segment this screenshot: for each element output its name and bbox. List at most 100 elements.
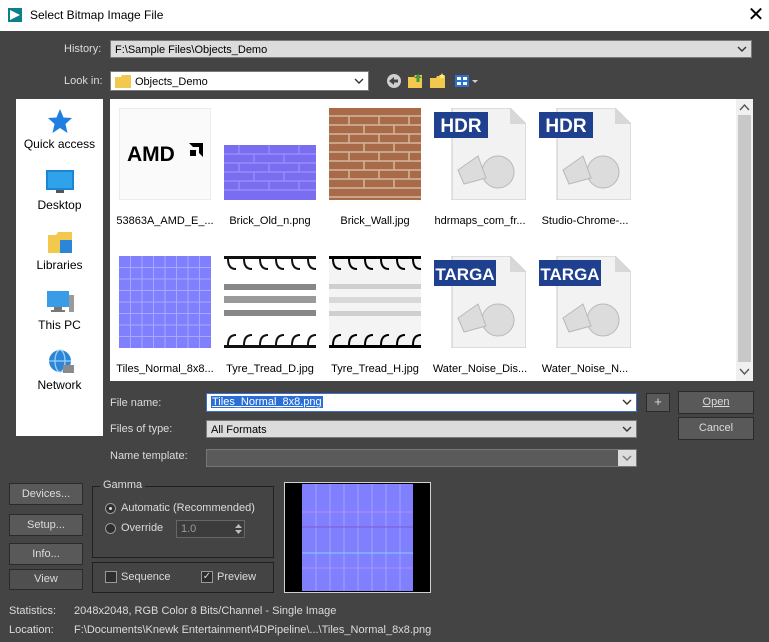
name-template-arrow-box <box>618 450 636 466</box>
file-name: 53863A_AMD_E_... <box>116 215 214 227</box>
gamma-title: Gamma <box>100 479 146 491</box>
scrollbar-thumb[interactable] <box>738 115 751 362</box>
network-icon <box>48 349 74 373</box>
statistics-label: Statistics: <box>9 605 57 617</box>
gamma-automatic-label: Automatic (Recommended) <box>121 502 255 514</box>
file-name-value: Tiles_Normal_8x8.png <box>211 396 323 408</box>
svg-text:HDR: HDR <box>545 116 586 137</box>
place-label: Quick access <box>23 137 96 151</box>
file-list: AMD 53863A_AMD_E_... Brick_Old_n.png Bri… <box>110 99 753 381</box>
place-libraries[interactable]: Libraries <box>16 229 103 272</box>
window-title: Select Bitmap Image File <box>30 8 164 22</box>
file-name: Brick_Old_n.png <box>229 215 311 227</box>
file-name-label: File name: <box>110 397 162 409</box>
scroll-down-icon[interactable] <box>739 368 750 376</box>
back-icon[interactable] <box>386 73 402 89</box>
files-of-type-value: All Formats <box>211 424 267 436</box>
file-name: Brick_Wall.jpg <box>340 215 410 227</box>
chevron-down-icon <box>737 46 747 52</box>
place-label: Desktop <box>37 198 82 212</box>
svg-text:TARGA: TARGA <box>540 265 599 284</box>
star-icon <box>47 109 72 133</box>
chevron-down-icon <box>622 455 632 461</box>
history-label: History: <box>64 43 102 55</box>
chevron-down-icon <box>622 426 632 432</box>
view-menu-icon[interactable] <box>455 73 479 89</box>
scroll-up-icon[interactable] <box>739 103 750 111</box>
place-network[interactable]: Network <box>16 349 103 392</box>
3dsmax-app-icon <box>8 8 22 22</box>
spinner-arrows-icon[interactable] <box>234 522 243 536</box>
normal-bricks-thumbnail <box>224 108 316 200</box>
setup-button[interactable]: Setup... <box>9 514 83 536</box>
hdr-file-icon: HDR <box>434 108 526 200</box>
history-dropdown[interactable]: F:\Sample Files\Objects_Demo <box>110 40 752 58</box>
computer-icon <box>46 291 74 312</box>
gamma-override-label: Override <box>121 522 164 534</box>
chevron-down-icon <box>354 78 364 84</box>
file-name: Studio-Chrome-... <box>541 215 629 227</box>
chevron-down-icon <box>622 399 632 405</box>
desktop-icon <box>45 170 74 193</box>
preview-label: Preview <box>217 571 257 583</box>
hdr-file-icon: HDR <box>539 108 631 200</box>
cancel-button[interactable]: Cancel <box>678 417 754 440</box>
files-of-type-dropdown[interactable]: All Formats <box>206 420 637 438</box>
place-label: Libraries <box>36 258 83 272</box>
gamma-override-spinner[interactable]: 1.0 <box>176 520 245 538</box>
look-in-value: Objects_Demo <box>135 76 208 88</box>
look-in-label: Look in: <box>64 75 103 87</box>
tyre-tread-diffuse-thumbnail <box>224 256 316 348</box>
files-of-type-label: Files of type: <box>110 423 173 435</box>
open-button[interactable]: Open <box>678 391 754 414</box>
file-name: hdrmaps_com_fr... <box>434 215 526 227</box>
libraries-icon <box>47 232 72 253</box>
place-this-pc[interactable]: This PC <box>16 289 103 332</box>
targa-file-icon: TARGA <box>539 256 631 348</box>
gamma-automatic-radio[interactable] <box>105 503 116 514</box>
amd-logo-thumbnail: AMD <box>119 108 211 200</box>
normal-tiles-thumbnail <box>119 256 211 348</box>
new-folder-icon[interactable] <box>430 73 446 89</box>
svg-text:TARGA: TARGA <box>435 265 494 284</box>
folder-icon <box>115 75 131 88</box>
title-bar: Select Bitmap Image File ✕ <box>0 0 769 31</box>
file-name: Tyre_Tread_D.jpg <box>226 363 314 375</box>
statistics-value: 2048x2048, RGB Color 8 Bits/Channel - Si… <box>74 605 337 617</box>
view-button[interactable]: View <box>9 569 83 590</box>
history-value: F:\Sample Files\Objects_Demo <box>115 44 268 56</box>
sequence-checkbox[interactable] <box>105 571 117 583</box>
targa-file-icon: TARGA <box>434 256 526 348</box>
location-label: Location: <box>9 624 54 636</box>
file-name: Tyre_Tread_H.jpg <box>331 363 419 375</box>
place-label: Network <box>37 378 82 392</box>
vertical-scrollbar[interactable] <box>736 99 753 381</box>
look-in-dropdown[interactable]: Objects_Demo <box>110 71 369 91</box>
places-bar: Quick access Desktop Libraries This PC N… <box>16 99 103 436</box>
name-template-label: Name template: <box>110 450 188 462</box>
svg-text:HDR: HDR <box>440 116 481 137</box>
info-button[interactable]: Info... <box>9 543 83 565</box>
gamma-override-radio[interactable] <box>105 523 116 534</box>
place-desktop[interactable]: Desktop <box>16 169 103 212</box>
preview-checkbox[interactable]: ✓ <box>201 571 213 583</box>
up-folder-icon[interactable] <box>408 73 424 89</box>
add-button[interactable]: + <box>646 393 670 412</box>
sequence-label: Sequence <box>121 571 171 583</box>
gamma-override-value: 1.0 <box>181 523 197 535</box>
close-icon[interactable]: ✕ <box>744 2 768 28</box>
file-name-input[interactable]: Tiles_Normal_8x8.png <box>206 393 637 412</box>
place-quick-access[interactable]: Quick access <box>16 108 103 151</box>
svg-text:AMD: AMD <box>127 143 175 166</box>
name-template-dropdown <box>206 449 637 467</box>
location-value: F:\Documents\Knewk Entertainment\4DPipel… <box>74 624 432 636</box>
brick-wall-thumbnail <box>329 108 421 200</box>
tyre-tread-height-thumbnail <box>329 256 421 348</box>
devices-button[interactable]: Devices... <box>9 483 83 505</box>
image-preview <box>284 482 431 593</box>
file-name: Water_Noise_N... <box>541 363 629 375</box>
file-name: Water_Noise_Dis... <box>432 363 528 375</box>
open-button-label: Open <box>702 396 730 408</box>
file-name: Tiles_Normal_8x8... <box>116 363 214 375</box>
place-label: This PC <box>38 318 81 332</box>
